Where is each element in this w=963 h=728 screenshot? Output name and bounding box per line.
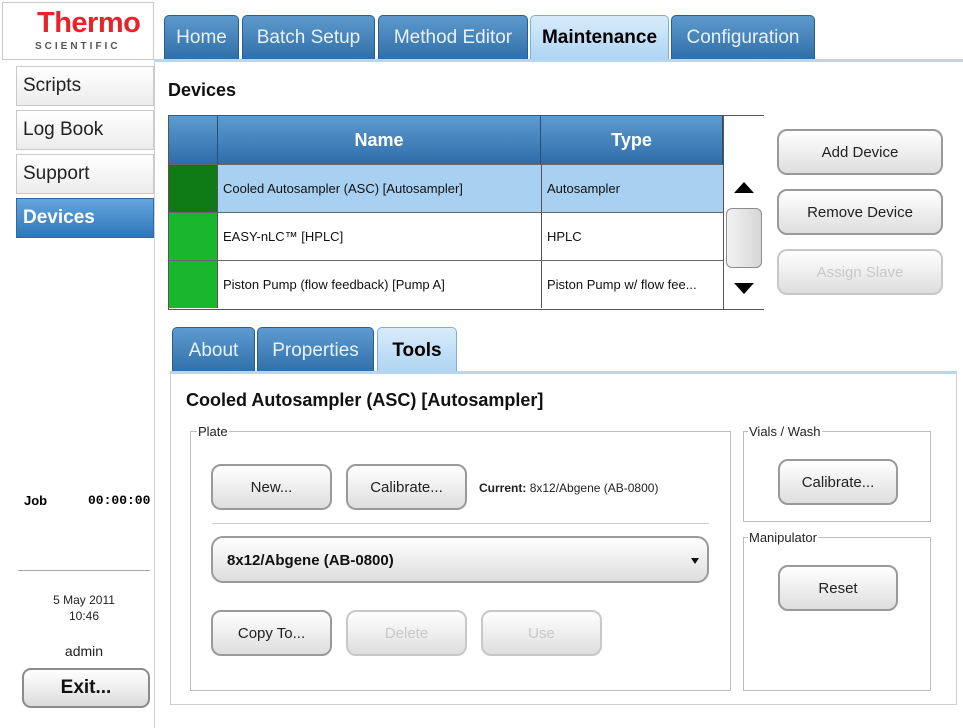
scroll-down-arrow-icon[interactable] [734,283,754,294]
device-type: Piston Pump w/ flow fee... [541,261,723,308]
tab-properties[interactable]: Properties [257,327,374,373]
current-plate: Current: 8x12/Abgene (AB-0800) [479,481,658,495]
plate-divider [212,523,709,524]
date-label: 5 May 2011 [53,593,115,607]
tab-about[interactable]: About [172,327,255,373]
device-type: Autosampler [541,165,723,212]
exit-button[interactable]: Exit... [22,668,150,708]
sidebar-item-log-book[interactable]: Log Book [16,110,154,150]
job-time: 00:00:00 [88,493,151,508]
tab-maintenance[interactable]: Maintenance [530,15,669,60]
job-label: Job [24,493,48,508]
plate-legend: Plate [197,424,229,439]
sidebar-item-scripts[interactable]: Scripts [16,66,154,106]
logo-main-text: Thermo [37,7,141,39]
add-device-button[interactable]: Add Device [777,129,943,175]
tab-method-editor[interactable]: Method Editor [378,15,528,60]
page-title: Devices [168,80,237,100]
manipulator-group [743,537,931,691]
table-row[interactable]: EASY-nLC™ [HPLC] HPLC [169,212,723,260]
use-button[interactable]: Use [481,610,602,656]
table-header-name[interactable]: Name [218,116,541,164]
device-name: Cooled Autosampler (ASC) [Autosampler] [223,181,463,196]
chevron-down-icon[interactable] [691,558,699,564]
tab-underline [154,59,963,62]
device-status-indicator [169,165,218,212]
table-header-type[interactable]: Type [541,116,723,164]
device-status-indicator [169,261,218,308]
tab-home[interactable]: Home [164,15,239,60]
device-name: Piston Pump (flow feedback) [Pump A] [223,277,445,292]
tools-device-title: Cooled Autosampler (ASC) [Autosampler] [186,390,544,410]
current-plate-value: 8x12/Abgene (AB-0800) [529,481,659,495]
reset-button[interactable]: Reset [778,565,898,611]
calibrate-vials-button[interactable]: Calibrate... [778,459,898,505]
table-header-status [169,116,218,164]
logo-sub-text: SCIENTIFIC [35,41,121,52]
time-label: 10:46 [68,609,100,623]
device-name: EASY-nLC™ [HPLC] [223,229,344,244]
device-type: HPLC [541,213,723,260]
delete-button[interactable]: Delete [346,610,467,656]
vials-wash-legend: Vials / Wash [748,424,822,439]
tab-tools[interactable]: Tools [377,327,457,373]
devices-table: Name Type Cooled Autosampler (ASC) [Auto… [168,115,765,310]
remove-device-button[interactable]: Remove Device [777,189,943,235]
sidebar-divider [18,570,150,571]
tab-batch-setup[interactable]: Batch Setup [242,15,375,60]
device-status-indicator [169,213,218,260]
current-plate-label: Current: [479,481,527,495]
calibrate-plate-button[interactable]: Calibrate... [346,464,467,510]
new-plate-button[interactable]: New... [211,464,332,510]
table-row[interactable]: Piston Pump (flow feedback) [Pump A] Pis… [169,260,723,308]
plate-select[interactable]: 8x12/Abgene (AB-0800) [211,536,709,583]
assign-slave-button[interactable]: Assign Slave [777,249,943,295]
plate-select-value: 8x12/Abgene (AB-0800) [227,552,394,569]
scroll-thumb[interactable] [726,208,762,268]
scroll-up-arrow-icon[interactable] [734,182,754,193]
sidebar-item-devices[interactable]: Devices [16,198,154,238]
manipulator-legend: Manipulator [748,530,818,545]
sidebar-item-support[interactable]: Support [16,154,154,194]
copy-to-button[interactable]: Copy To... [211,610,332,656]
tab-configuration[interactable]: Configuration [671,15,815,60]
user-label: admin [64,643,104,659]
thermo-scientific-logo: Thermo SCIENTIFIC [2,2,154,60]
table-scrollbar[interactable] [723,116,765,309]
table-row[interactable]: Cooled Autosampler (ASC) [Autosampler] A… [169,164,723,212]
